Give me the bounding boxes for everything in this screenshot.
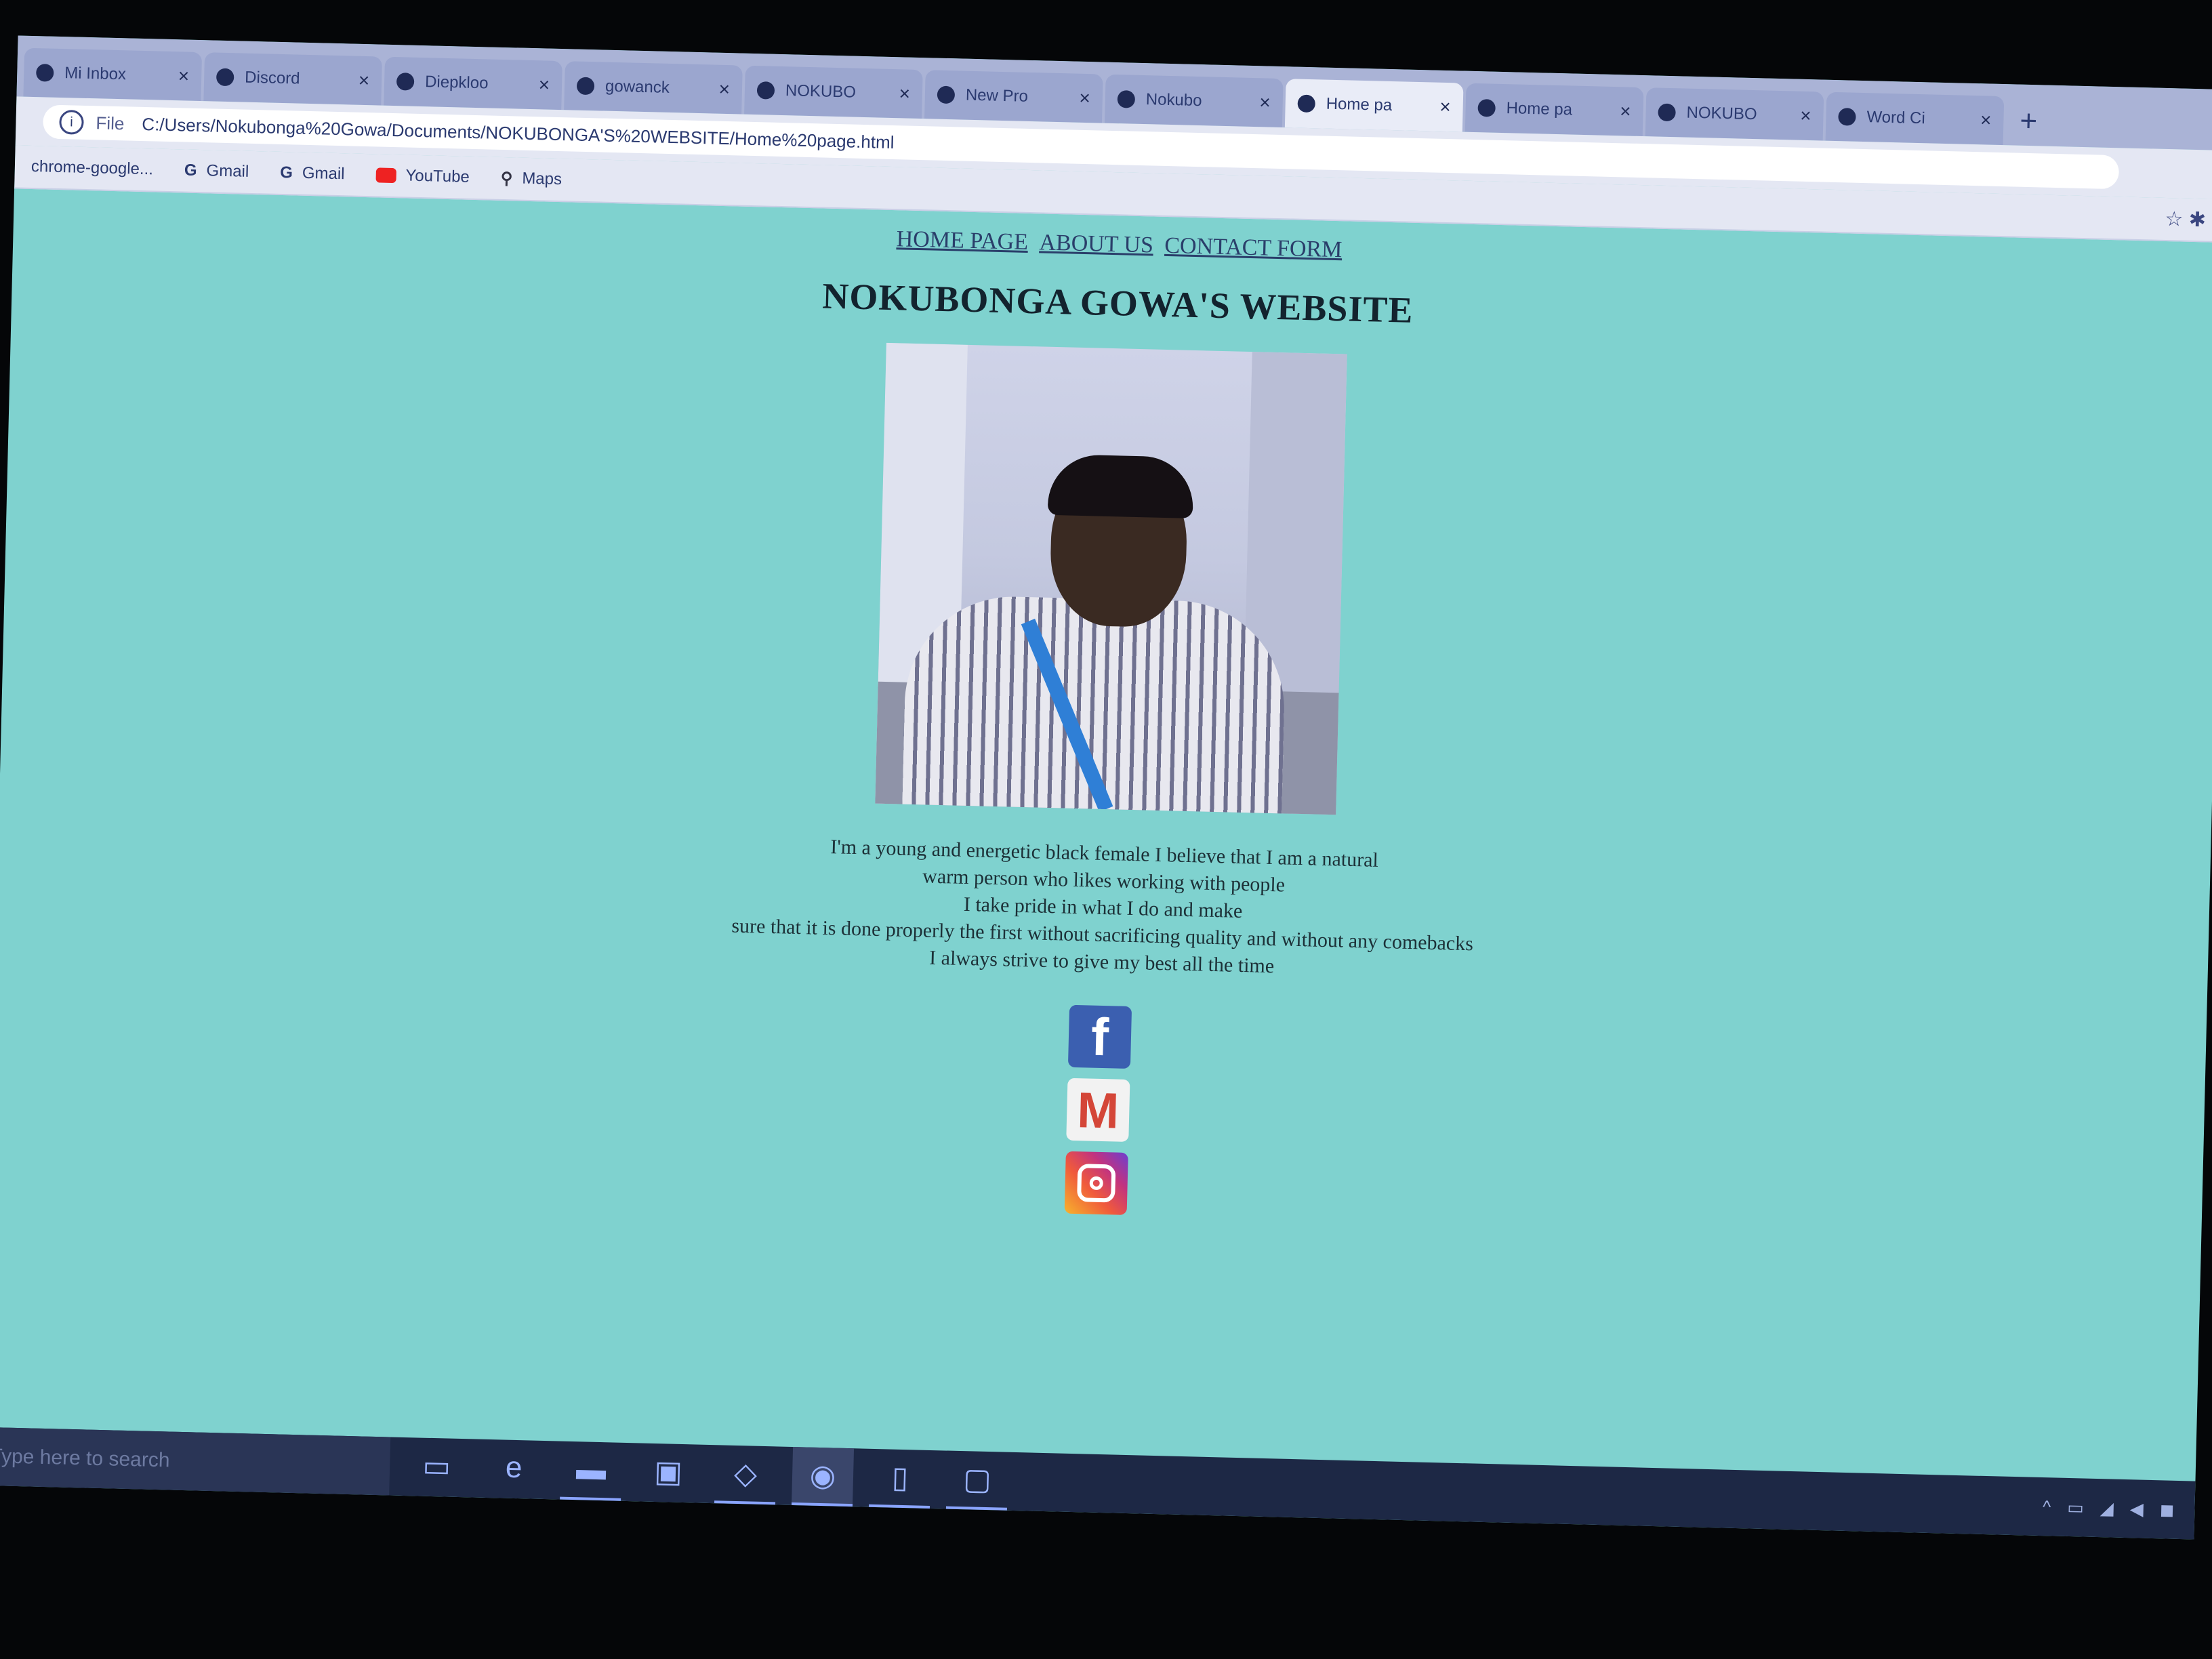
bookmark-item[interactable]: G Gmail [184,161,249,182]
google-icon: G [184,161,197,180]
web-page: HOME PAGE ABOUT US CONTACT FORM NOKUBONG… [0,190,2212,1497]
url-scheme: File [96,112,125,134]
store-icon[interactable]: ▣ [637,1443,699,1502]
social-links: f M [0,979,2207,1252]
tab-close-icon[interactable]: × [1800,105,1811,127]
youtube-icon [375,167,396,184]
bookmark-label: Gmail [206,161,249,181]
extension-icons[interactable]: ☆ ✱ [2165,207,2206,232]
monitor-screen: Mi Inbox × Discord × Diepkloo × gowanck × NOKUBO… [0,35,2212,1540]
browser-tab[interactable]: NOKUBO × [744,65,923,119]
browser-tab[interactable]: Home pa × [1284,79,1464,132]
gmail-icon[interactable]: M [1066,1078,1130,1142]
nav-home-page[interactable]: HOME PAGE [896,226,1028,255]
tab-label: Home pa [1326,94,1393,115]
tab-label: NOKUBO [785,81,857,102]
browser-tab[interactable]: NOKUBO × [1645,87,1824,141]
tab-favicon-icon [396,73,415,91]
task-view-icon[interactable]: ▭ [405,1437,468,1497]
browser-tab[interactable]: Diepkloo × [384,56,562,110]
new-tab-button[interactable]: + [2006,96,2051,146]
bookmark-label: Maps [522,169,562,189]
file-explorer-icon[interactable]: ▬ [560,1441,623,1501]
url-text[interactable]: C:/Users/Nokubonga%20Gowa/Documents/NOKU… [142,113,895,152]
tab-close-icon[interactable]: × [1439,96,1451,118]
bookmark-label: chrome-google... [30,157,154,179]
tab-favicon-icon [937,85,956,104]
browser-tab[interactable]: gowanck × [564,61,743,115]
browser-tab[interactable]: Mi Inbox × [23,47,203,102]
tab-favicon-icon [1838,108,1856,126]
tab-label: Discord [244,68,300,88]
tab-label: New Pro [965,85,1029,106]
tab-label: Word Ci [1866,108,1926,128]
browser-tab[interactable]: Discord × [203,52,383,106]
tab-favicon-icon [216,68,234,87]
facebook-icon[interactable]: f [1067,1004,1132,1069]
tab-favicon-icon [35,64,54,82]
tab-close-icon[interactable]: × [1079,87,1090,109]
tray-icon[interactable]: ◀ [2129,1498,2144,1519]
tab-close-icon[interactable]: × [899,83,910,104]
browser-tab[interactable]: Nokubo × [1104,74,1284,128]
bookmark-item[interactable]: chrome-google... [22,157,154,180]
tab-favicon-icon [1477,99,1496,117]
tab-close-icon[interactable]: × [538,74,550,96]
bookmark-label: Gmail [302,163,345,184]
tab-label: Nokubo [1145,90,1202,110]
chrome-icon[interactable]: ◉ [791,1447,855,1507]
browser-tab[interactable]: Word Ci × [1825,91,2005,146]
tab-favicon-icon [756,81,775,100]
bio-text: I'm a young and energetic black female I… [0,813,2211,1003]
browser-tab[interactable]: Home pa × [1465,83,1644,137]
browser-tab[interactable]: New Pro × [924,70,1103,123]
tab-close-icon[interactable]: × [1620,100,1631,122]
tab-label: Diepkloo [424,73,489,93]
tab-close-icon[interactable]: × [358,70,369,91]
info-icon[interactable]: i [59,109,84,135]
tab-close-icon[interactable]: × [178,65,190,87]
maps-pin-icon: ⚲ [500,169,513,188]
nav-about-us[interactable]: ABOUT US [1039,230,1153,258]
tab-favicon-icon [1297,94,1316,113]
tray-icon[interactable]: ^ [2043,1496,2051,1517]
tab-close-icon[interactable]: × [1259,91,1271,113]
bookmark-item[interactable]: YouTube [375,165,470,186]
tab-favicon-icon [576,77,595,96]
tab-label: NOKUBO [1686,103,1757,124]
edge-icon[interactable]: e [483,1439,545,1499]
taskbar-search-input[interactable]: Type here to search [0,1427,391,1496]
notepad-icon[interactable]: ▯ [868,1448,932,1509]
instagram-icon[interactable] [1064,1151,1128,1215]
tab-label: gowanck [605,77,670,97]
window-icon[interactable]: ▢ [945,1450,1008,1511]
tab-label: Home pa [1506,99,1573,119]
vscode-icon[interactable]: ◇ [714,1445,777,1505]
tab-favicon-icon [1117,90,1136,108]
google-icon: G [279,163,293,182]
tray-icon[interactable]: ◢ [2100,1498,2114,1519]
tab-favicon-icon [1658,103,1676,122]
profile-photo [875,342,1347,815]
tray-icon[interactable]: ▭ [2067,1496,2084,1518]
system-tray: ^ ▭ ◢ ◀ ◼ [2026,1496,2195,1521]
tab-close-icon[interactable]: × [718,79,730,100]
nav-contact-form[interactable]: CONTACT FORM [1164,233,1343,262]
tab-label: Mi Inbox [64,64,127,84]
bookmark-label: YouTube [405,166,470,186]
bookmark-item[interactable]: ⚲ Maps [500,168,562,189]
tray-icon[interactable]: ◼ [2159,1499,2174,1521]
tab-close-icon[interactable]: × [1980,109,1992,131]
bookmark-item[interactable]: G Gmail [280,163,345,184]
